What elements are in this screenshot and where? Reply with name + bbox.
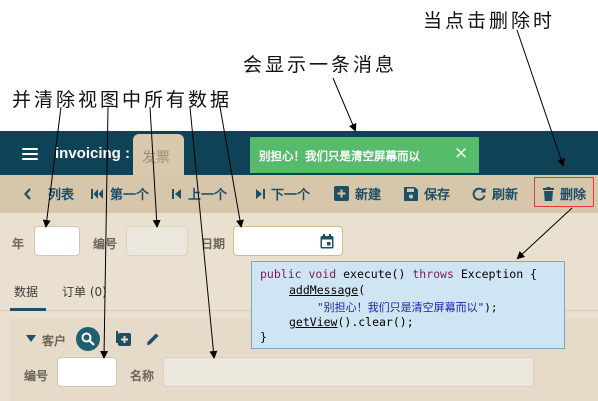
previous-label: 上一个 [188, 187, 228, 202]
refresh-icon [472, 187, 486, 201]
year-label: 年 [12, 237, 25, 251]
tab-data[interactable]: 数据 [14, 283, 38, 300]
customer-name-label: 名称 [130, 369, 155, 383]
date-label: 日期 [201, 237, 226, 251]
customer-number-field[interactable] [57, 357, 117, 387]
app-title: invoicing : [55, 145, 130, 162]
chevron-left-icon [24, 187, 31, 200]
refresh-button[interactable]: 刷新 [472, 184, 518, 203]
list-label: 列表 [48, 187, 75, 202]
save-label: 保存 [424, 187, 451, 202]
previous-icon [172, 188, 181, 199]
previous-button[interactable]: 上一个 [172, 184, 227, 203]
close-icon[interactable]: ✕ [454, 144, 468, 164]
save-icon [404, 186, 418, 201]
add-box-icon [334, 186, 349, 201]
customer-name-field [163, 357, 534, 387]
collapse-triangle-icon[interactable] [26, 335, 36, 343]
list-button[interactable]: 列表 [24, 184, 74, 203]
edit-pencil-icon[interactable] [146, 332, 160, 346]
first-button[interactable]: 第一个 [91, 184, 149, 203]
new-label: 新建 [355, 187, 382, 202]
add-customer-icon[interactable] [116, 331, 131, 346]
save-button[interactable]: 保存 [404, 184, 450, 203]
next-button[interactable]: 下一个 [255, 184, 310, 203]
active-tab-indicator [10, 308, 46, 311]
annotation-show-message: 会显示一条消息 [243, 54, 398, 76]
skip-first-icon [91, 188, 103, 199]
customer-label: 客户 [42, 334, 67, 348]
tab-orders[interactable]: 订单 (0) [62, 283, 107, 300]
year-field[interactable] [34, 226, 80, 256]
annotation-on-delete: 当点击删除时 [423, 10, 556, 32]
new-button[interactable]: 新建 [334, 184, 381, 203]
next-icon [256, 188, 265, 199]
calendar-icon[interactable] [320, 234, 334, 249]
number-field [126, 226, 188, 256]
module-tab-label: 发票 [142, 150, 170, 166]
code-line-5: } [260, 330, 267, 344]
toast-message: 别担心！我们只是清空屏幕而以 [259, 149, 420, 163]
customer-number-label: 编号 [24, 369, 49, 383]
delete-highlight-box [534, 177, 594, 207]
code-line-3: "别担心！我们只是清空屏幕而以"); [317, 301, 498, 314]
code-line-1: public void execute() throws Exception { [260, 267, 537, 281]
annotation-clear-views: 并清除视图中所有数据 [12, 89, 233, 111]
arrow-to-toast [332, 77, 357, 132]
code-line-2: addMessage( [289, 283, 366, 297]
menu-icon[interactable] [22, 148, 38, 160]
search-icon [81, 332, 95, 346]
first-label: 第一个 [110, 187, 150, 202]
code-line-4: getView().clear(); [289, 315, 414, 329]
refresh-label: 刷新 [492, 187, 519, 202]
number-label: 编号 [93, 237, 118, 251]
next-label: 下一个 [271, 187, 311, 202]
